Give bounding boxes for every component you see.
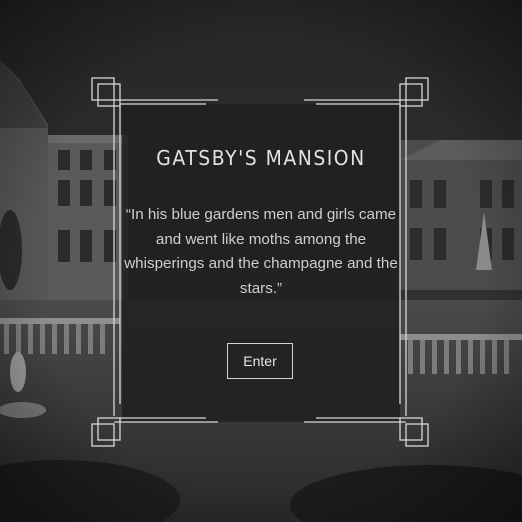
- gatsby-quote: “In his blue gardens men and girls came …: [124, 206, 398, 297]
- enter-button[interactable]: Enter: [227, 343, 293, 379]
- page-title: GATSBY'S MANSION: [156, 146, 366, 170]
